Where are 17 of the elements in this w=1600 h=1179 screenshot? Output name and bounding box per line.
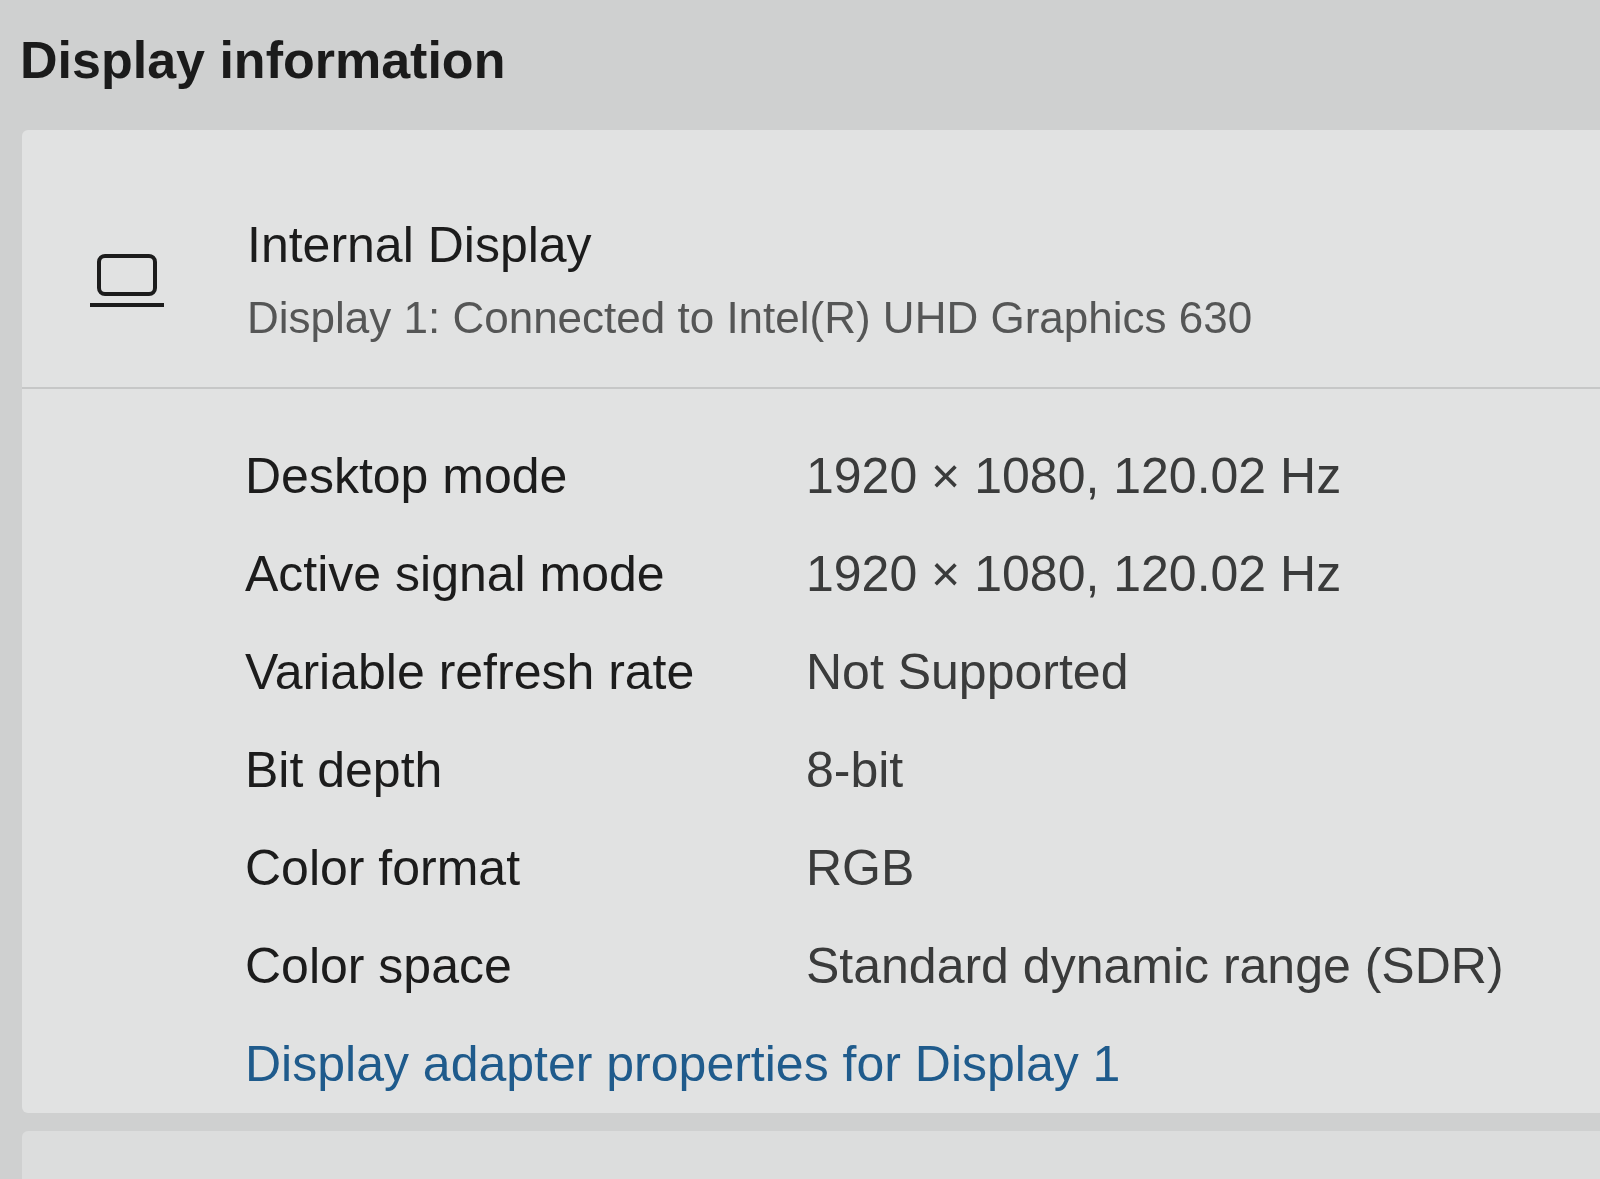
laptop-icon — [90, 254, 164, 308]
property-value: 1920 × 1080, 120.02 Hz — [806, 447, 1342, 505]
property-value: 1920 × 1080, 120.02 Hz — [806, 545, 1342, 603]
adapter-properties-link[interactable]: Display adapter properties for Display 1 — [245, 1035, 1121, 1093]
section-title: Display information — [20, 30, 506, 90]
property-value: Standard dynamic range (SDR) — [806, 937, 1504, 995]
property-value: RGB — [806, 839, 915, 897]
property-label: Bit depth — [245, 741, 444, 799]
property-value: Not Supported — [806, 643, 1129, 701]
property-label: Color format — [245, 839, 522, 897]
property-label: Active signal mode — [245, 545, 666, 603]
property-label: Desktop mode — [245, 447, 569, 505]
property-label: Color space — [245, 937, 513, 995]
property-value: 8-bit — [806, 741, 904, 799]
property-label: Variable refresh rate — [245, 643, 696, 701]
display-name: Internal Display — [247, 216, 592, 275]
display-description: Display 1: Connected to Intel(R) UHD Graphics 630 — [247, 292, 1253, 344]
